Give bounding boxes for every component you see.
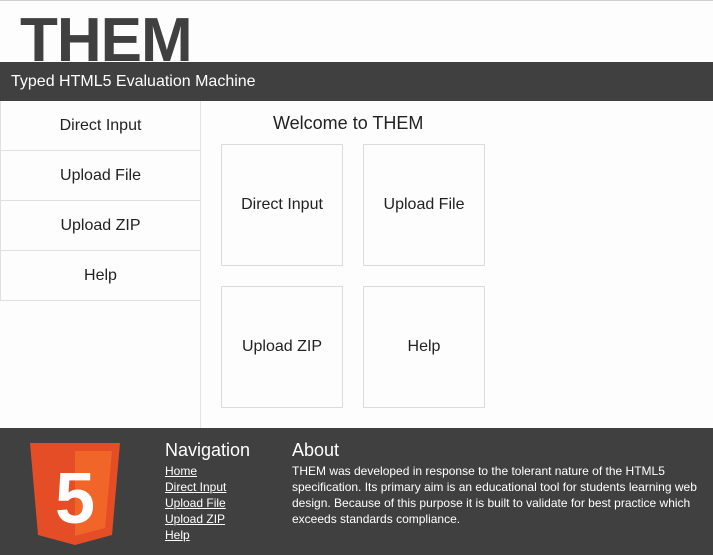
tile-help[interactable]: Help <box>363 286 485 408</box>
footer-link-home[interactable]: Home <box>165 463 250 479</box>
footer-about-heading: About <box>292 440 340 460</box>
sidebar-item-help[interactable]: Help <box>0 251 200 301</box>
tile-label: Upload File <box>383 196 465 213</box>
page: THEM Typed HTML5 Evaluation Machine Dire… <box>0 0 713 555</box>
footer-about: About THEM was developed in response to … <box>292 440 704 527</box>
tile-direct-input[interactable]: Direct Input <box>221 144 343 266</box>
site-subtitle-bar: Typed HTML5 Evaluation Machine <box>0 62 713 101</box>
sidebar-item-upload-file[interactable]: Upload File <box>0 151 200 201</box>
tile-upload-file[interactable]: Upload File <box>363 144 485 266</box>
tile-label: Upload ZIP <box>241 338 323 355</box>
footer-link-upload-zip[interactable]: Upload ZIP <box>165 511 250 527</box>
site-logo[interactable]: THEM <box>20 7 192 63</box>
sidebar-item-direct-input[interactable]: Direct Input <box>0 101 200 151</box>
sidebar-nav: Direct Input Upload File Upload ZIP Help <box>0 101 201 428</box>
footer: 5 Navigation Home Direct Input Upload Fi… <box>0 428 713 555</box>
sidebar-item-upload-zip[interactable]: Upload ZIP <box>0 201 200 251</box>
html5-icon: 5 <box>30 443 120 545</box>
site-subtitle: Typed HTML5 Evaluation Machine <box>11 73 256 90</box>
footer-link-upload-file[interactable]: Upload File <box>165 495 250 511</box>
footer-navigation: Navigation Home Direct Input Upload File… <box>165 440 250 543</box>
tile-label: Help <box>407 338 441 355</box>
page-title: Welcome to THEM <box>273 113 424 133</box>
footer-about-text: THEM was developed in response to the to… <box>292 464 697 526</box>
main-content: Welcome to THEM Direct Input Upload File… <box>201 101 713 428</box>
tile-label: Direct Input <box>241 196 323 213</box>
footer-navigation-heading: Navigation <box>165 440 251 460</box>
tile-upload-zip[interactable]: Upload ZIP <box>221 286 343 408</box>
footer-link-help[interactable]: Help <box>165 527 250 543</box>
html5-digit: 5 <box>55 459 95 539</box>
footer-link-direct-input[interactable]: Direct Input <box>165 479 250 495</box>
